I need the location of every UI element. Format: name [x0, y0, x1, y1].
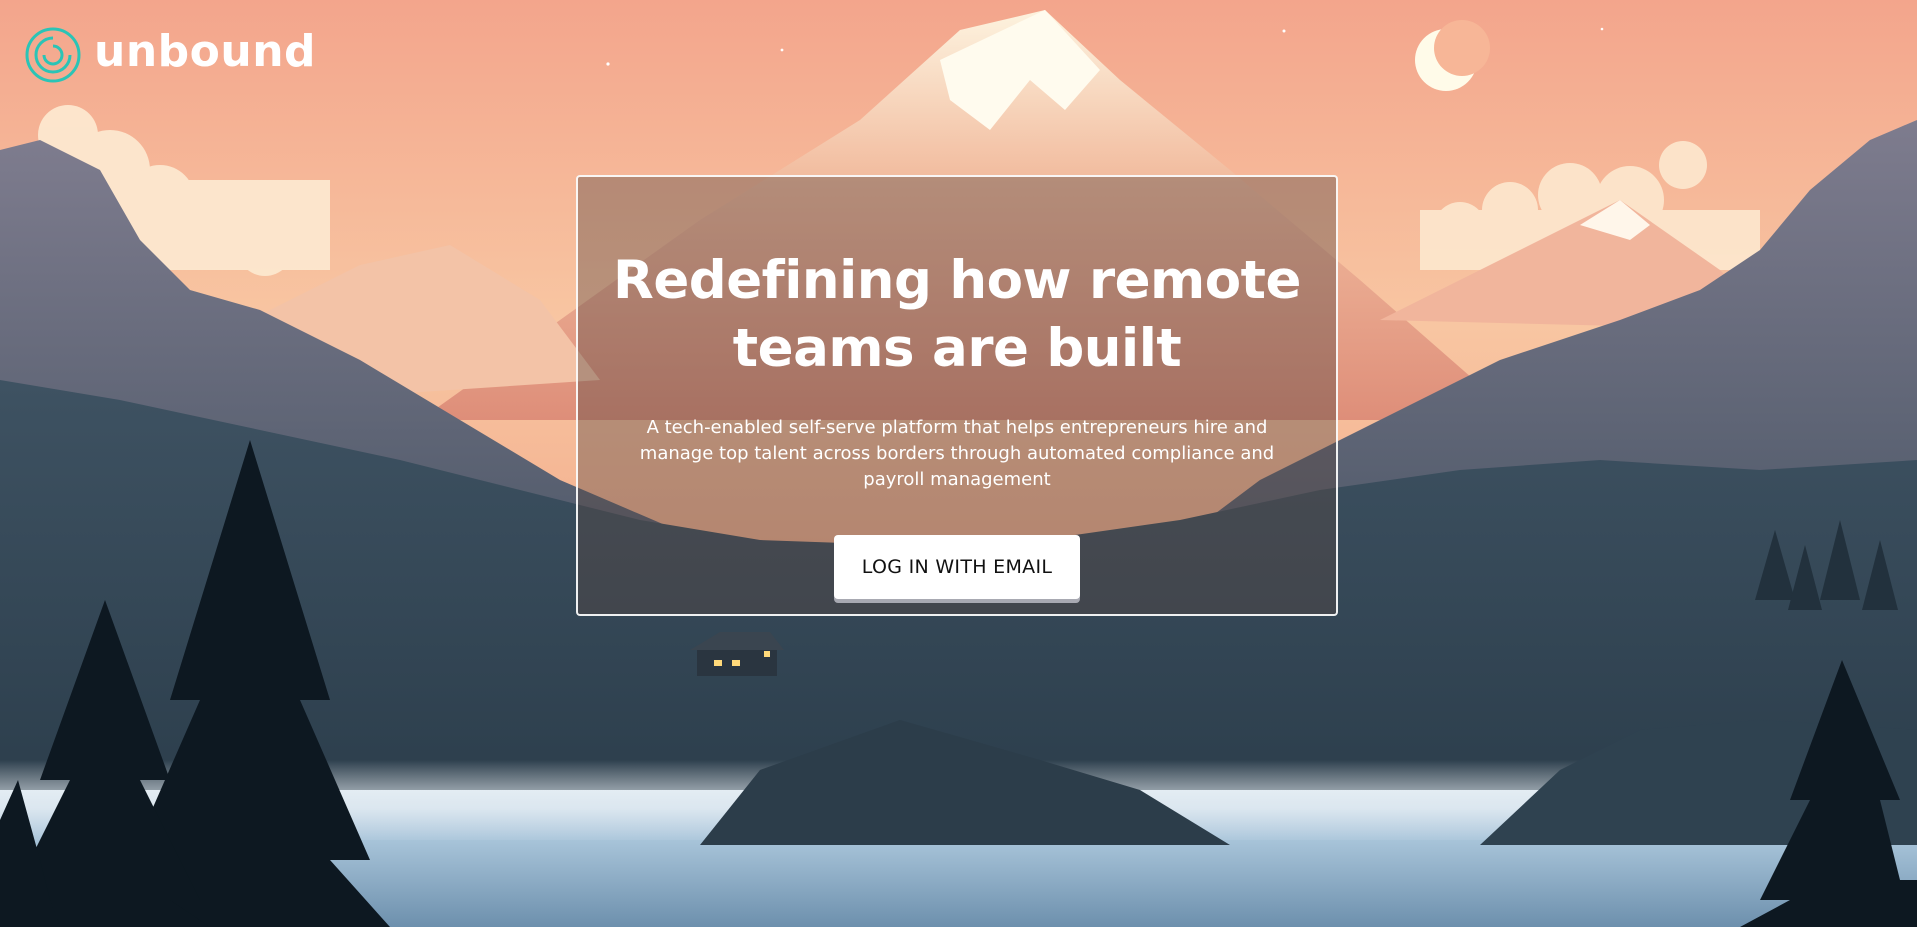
login-with-email-button[interactable]: LOG IN WITH EMAIL: [834, 535, 1080, 599]
hero-card: Redefining how remote teams are built A …: [576, 175, 1338, 616]
spiral-logo-icon: [25, 27, 81, 83]
hero-subtitle: A tech-enabled self-serve platform that …: [639, 417, 1275, 490]
login-page: unbound Redefining how remote teams are …: [0, 0, 1917, 927]
brand-name: unbound: [94, 26, 317, 77]
hero-title: Redefining how remote teams are built: [613, 250, 1301, 379]
brand-header[interactable]: unbound: [24, 26, 316, 84]
